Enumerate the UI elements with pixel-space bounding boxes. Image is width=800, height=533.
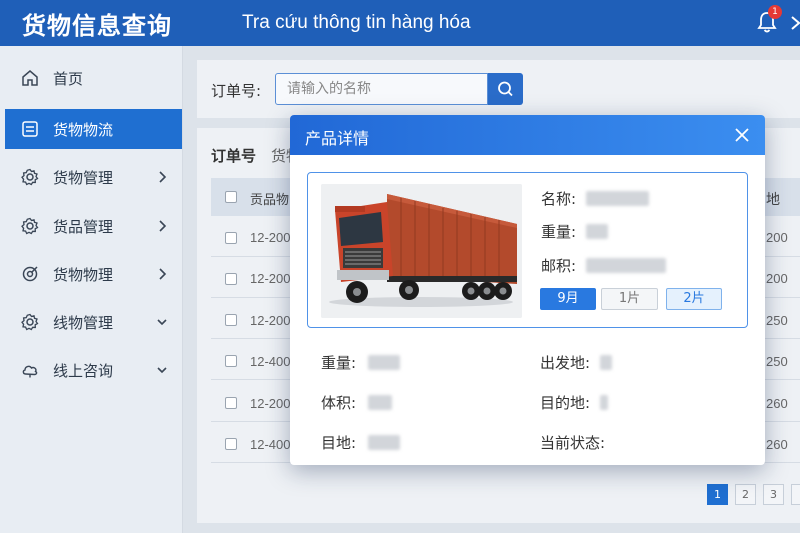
gear-icon (21, 313, 39, 331)
search-icon (498, 81, 513, 97)
modal-header: 产品详情 (290, 115, 765, 155)
modal-title: 产品详情 (305, 129, 370, 148)
row-checkbox[interactable] (225, 438, 237, 450)
detail-volume-label: 体积: (321, 394, 357, 412)
sidebar-item-label: 货物物流 (53, 120, 114, 139)
detail-dest-label: 目地: (321, 434, 357, 452)
app-subtitle: Tra cứu thông tin hàng hóa (242, 12, 471, 33)
row-checkbox[interactable] (225, 355, 237, 367)
page-button-more[interactable] (791, 484, 800, 505)
table-cell: 12-200 (250, 313, 291, 328)
sidebar-item-label: 线上咨询 (53, 361, 114, 380)
search-button[interactable] (488, 73, 523, 105)
detail-volume-value-redacted (368, 395, 392, 410)
detail-status-label: 当前状态: (540, 434, 606, 452)
truck-illustration (321, 184, 522, 318)
app-title: 货物信息查询 (22, 11, 172, 40)
column-header-product: 贡品物 (250, 193, 290, 208)
sidebar-item-line-management[interactable]: 线物管理 (5, 302, 182, 342)
sidebar-item-label: 货品管理 (53, 217, 114, 236)
option-pill-3[interactable]: 2片 (666, 288, 722, 310)
menu-icon[interactable] (790, 16, 800, 30)
sidebar-item-goods-physics[interactable]: 货物物理 (5, 254, 182, 294)
table-cell: 250 (766, 354, 788, 369)
table-cell: 260 (766, 396, 788, 411)
detail-weight-label: 重量: (321, 354, 357, 372)
close-icon[interactable] (733, 126, 751, 144)
detail-weight-value-redacted (368, 355, 400, 370)
weight-value-redacted (586, 224, 608, 239)
sidebar-item-label: 货物物理 (53, 265, 114, 284)
weight-label: 重量: (541, 223, 577, 241)
chevron-right-icon (159, 171, 167, 183)
sidebar-item-label: 线物管理 (53, 313, 114, 332)
row-checkbox[interactable] (225, 273, 237, 285)
chevron-right-icon (159, 220, 167, 232)
option-pill-1[interactable]: 9月 (540, 288, 596, 310)
table-cell: 260 (766, 437, 788, 452)
name-value-redacted (586, 191, 649, 206)
gear-icon (21, 168, 39, 186)
chevron-down-icon (157, 319, 167, 326)
name-label: 名称: (541, 190, 577, 208)
chevron-down-icon (157, 367, 167, 374)
page-button-1[interactable]: 1 (707, 484, 728, 505)
volume-value-redacted (586, 258, 666, 273)
document-icon (22, 121, 38, 137)
cloud-icon (22, 365, 38, 378)
sidebar-item-goods-management[interactable]: 货物管理 (5, 157, 182, 197)
table-cell: 200 (766, 271, 788, 286)
row-checkbox[interactable] (225, 397, 237, 409)
order-number-label: 订单号: (211, 82, 262, 100)
detail-destination-label: 目的地: (540, 394, 591, 412)
row-checkbox[interactable] (225, 232, 237, 244)
detail-dest-value-redacted (368, 435, 400, 450)
product-detail-modal: 产品详情 名称: 重量: 邮积: 9月 1片 2片 重量: 体积: 目地: 出发… (290, 115, 765, 465)
volume-label: 邮积: (541, 257, 577, 275)
page-button-2[interactable]: 2 (735, 484, 756, 505)
table-cell: 12-400 (250, 354, 291, 369)
table-cell: 12-200 (250, 230, 291, 245)
tab-order-number[interactable]: 订单号 (211, 145, 256, 166)
row-checkbox[interactable] (225, 314, 237, 326)
sidebar-item-label: 首页 (53, 69, 84, 88)
gear-icon (21, 217, 39, 235)
notification-badge: 1 (768, 5, 782, 19)
column-header-location: 地 (766, 192, 780, 208)
table-cell: 12-200 (250, 396, 291, 411)
page-button-3[interactable]: 3 (763, 484, 784, 505)
search-input[interactable]: 请输入的名称 (275, 73, 488, 105)
sidebar-item-logistics[interactable]: 货物物流 (5, 109, 182, 149)
detail-origin-value-redacted (600, 355, 612, 370)
sidebar-item-product-management[interactable]: 货品管理 (5, 206, 182, 246)
table-cell: 250 (766, 313, 788, 328)
target-icon (22, 266, 38, 282)
option-pill-2[interactable]: 1片 (601, 288, 658, 310)
sidebar-item-home[interactable]: 首页 (5, 58, 182, 98)
home-icon (22, 70, 38, 86)
detail-destination-value-redacted (600, 395, 608, 410)
detail-origin-label: 出发地: (540, 354, 591, 372)
top-header: 货物信息查询 Tra cứu thông tin hàng hóa (0, 0, 800, 46)
select-all-checkbox[interactable] (225, 191, 237, 203)
truck-image (321, 184, 522, 318)
table-cell: 12-200 (250, 271, 291, 286)
table-cell: 12-400 (250, 437, 291, 452)
chevron-right-icon (159, 268, 167, 280)
sidebar-item-online-consult[interactable]: 线上咨询 (5, 350, 182, 390)
table-cell: 200 (766, 230, 788, 245)
sidebar-item-label: 货物管理 (53, 168, 114, 187)
